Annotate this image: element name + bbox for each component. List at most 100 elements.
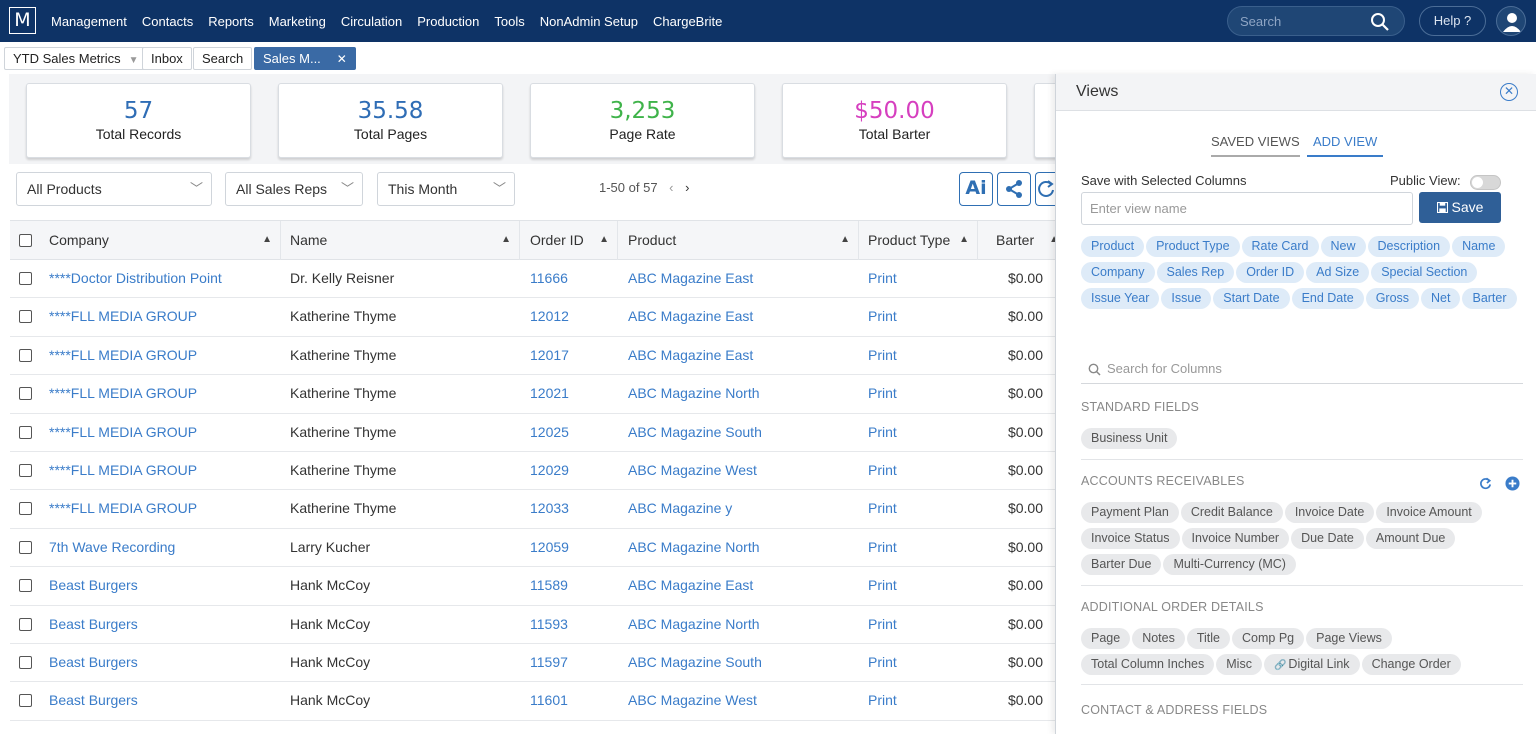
column-chip[interactable]: Order ID bbox=[1236, 262, 1305, 283]
company-cell[interactable]: ****FLL MEDIA GROUP bbox=[49, 490, 197, 527]
column-chip[interactable]: Product Type bbox=[1146, 236, 1240, 257]
column-chip[interactable]: Amount Due bbox=[1365, 528, 1456, 549]
column-chip[interactable]: Page bbox=[1081, 628, 1131, 649]
column-chip[interactable]: Net bbox=[1421, 288, 1461, 309]
row-checkbox[interactable] bbox=[19, 464, 32, 477]
table-row[interactable]: 7th Wave Recording Larry Kucher 12059 ABC M… bbox=[10, 528, 1060, 568]
product-type-cell[interactable]: Print bbox=[868, 298, 897, 335]
order-id-cell[interactable]: 11601 bbox=[530, 682, 568, 719]
column-chip[interactable]: Business Unit bbox=[1081, 428, 1178, 449]
order-id-cell[interactable]: 11593 bbox=[530, 606, 568, 643]
column-chip[interactable]: Page Views bbox=[1306, 628, 1392, 649]
product-cell[interactable]: ABC Magazine North bbox=[628, 529, 760, 566]
column-header-order-id[interactable]: Order ID ▲ bbox=[520, 221, 618, 261]
company-cell[interactable]: ****FLL MEDIA GROUP bbox=[49, 452, 197, 489]
product-type-cell[interactable]: Print bbox=[868, 452, 897, 489]
refresh-button[interactable] bbox=[1035, 172, 1057, 206]
column-chip[interactable]: Company bbox=[1081, 262, 1155, 283]
menu-item-management[interactable]: Management bbox=[51, 14, 127, 29]
tab-add-view[interactable]: ADD VIEW bbox=[1307, 134, 1384, 157]
row-checkbox[interactable] bbox=[19, 425, 32, 439]
product-type-cell[interactable]: Print bbox=[868, 260, 897, 297]
column-chip[interactable]: Ad Size bbox=[1306, 262, 1370, 283]
menu-item-tools[interactable]: Tools bbox=[494, 14, 524, 29]
next-page-icon[interactable]: › bbox=[685, 180, 689, 195]
product-type-cell[interactable]: Print bbox=[868, 606, 897, 643]
company-cell[interactable]: Beast Burgers bbox=[49, 567, 138, 604]
sort-icon[interactable]: ▲ bbox=[840, 221, 850, 259]
order-id-cell[interactable]: 12025 bbox=[530, 414, 569, 451]
column-chip[interactable]: 🔗 Digital Link bbox=[1263, 654, 1360, 675]
user-avatar-icon[interactable] bbox=[1496, 6, 1526, 36]
tab-saved-views[interactable]: SAVED VIEWS bbox=[1211, 134, 1300, 157]
row-checkbox[interactable] bbox=[19, 694, 32, 708]
column-chip[interactable]: Due Date bbox=[1291, 528, 1364, 549]
product-cell[interactable]: ABC Magazine West bbox=[628, 682, 757, 719]
company-cell[interactable]: ****FLL MEDIA GROUP bbox=[49, 298, 197, 335]
product-cell[interactable]: ABC Magazine y bbox=[628, 490, 732, 527]
order-id-cell[interactable]: 12021 bbox=[530, 375, 569, 412]
menu-item-reports[interactable]: Reports bbox=[208, 14, 254, 29]
close-tab-icon[interactable]: ✕ bbox=[337, 52, 347, 66]
column-header-company[interactable]: Company ▲ bbox=[39, 221, 281, 261]
menu-item-chargebrite[interactable]: ChargeBrite bbox=[653, 14, 722, 29]
row-checkbox[interactable] bbox=[19, 502, 32, 516]
order-id-cell[interactable]: 12012 bbox=[530, 298, 569, 335]
company-cell[interactable]: ****Doctor Distribution Point bbox=[49, 260, 222, 297]
column-chip[interactable]: Comp Pg bbox=[1232, 628, 1305, 649]
menu-item-contacts[interactable]: Contacts bbox=[142, 14, 193, 29]
column-chip[interactable]: Invoice Amount bbox=[1376, 502, 1482, 523]
menu-item-circulation[interactable]: Circulation bbox=[341, 14, 402, 29]
global-search-input[interactable]: Search bbox=[1227, 6, 1405, 36]
menu-item-marketing[interactable]: Marketing bbox=[269, 14, 326, 29]
order-id-cell[interactable]: 12017 bbox=[530, 337, 569, 374]
row-checkbox[interactable] bbox=[19, 387, 32, 401]
column-chip[interactable]: Invoice Date bbox=[1284, 502, 1375, 523]
table-row[interactable]: ****FLL MEDIA GROUP Katherine Thyme 12029 A… bbox=[10, 452, 1060, 491]
sort-icon[interactable]: ▲ bbox=[599, 221, 609, 259]
order-id-cell[interactable]: 11666 bbox=[530, 260, 568, 297]
public-view-toggle[interactable] bbox=[1470, 175, 1501, 190]
column-header-name[interactable]: Name ▲ bbox=[280, 221, 520, 261]
table-row[interactable]: ****Doctor Distribution Point Dr. Kelly R… bbox=[10, 260, 1060, 299]
product-type-cell[interactable]: Print bbox=[868, 375, 897, 412]
table-row[interactable]: ****FLL MEDIA GROUP Katherine Thyme 12012 A… bbox=[10, 298, 1060, 337]
product-type-cell[interactable]: Print bbox=[868, 682, 897, 719]
column-chip[interactable]: Barter bbox=[1462, 288, 1517, 309]
close-icon[interactable]: ✕ bbox=[1500, 83, 1518, 101]
ai-button[interactable]: Ai bbox=[959, 172, 993, 206]
company-cell[interactable]: ****FLL MEDIA GROUP bbox=[49, 375, 197, 412]
product-cell[interactable]: ABC Magazine East bbox=[628, 260, 753, 297]
table-row[interactable]: Beast Burgers Hank McCoy 11593 ABC Magazine… bbox=[10, 605, 1060, 644]
column-chip[interactable]: Title bbox=[1186, 628, 1231, 649]
company-cell[interactable]: 7th Wave Recording bbox=[49, 529, 175, 566]
product-type-cell[interactable]: Print bbox=[868, 337, 897, 374]
column-header-product[interactable]: Product ▲ bbox=[618, 221, 859, 261]
column-chip[interactable]: Name bbox=[1452, 236, 1506, 257]
products-filter-select[interactable]: All Products ﹀ bbox=[16, 172, 212, 206]
product-cell[interactable]: ABC Magazine South bbox=[628, 414, 762, 451]
company-cell[interactable]: Beast Burgers bbox=[49, 606, 138, 643]
company-cell[interactable]: ****FLL MEDIA GROUP bbox=[49, 337, 197, 374]
search-icon[interactable] bbox=[1370, 12, 1390, 32]
saved-report-dropdown[interactable]: YTD Sales Metrics ▼ bbox=[4, 47, 148, 70]
row-checkbox[interactable] bbox=[19, 272, 32, 285]
row-checkbox[interactable] bbox=[19, 617, 32, 631]
sort-icon[interactable]: ▲ bbox=[262, 221, 272, 259]
column-chip[interactable]: End Date bbox=[1291, 288, 1364, 309]
product-type-cell[interactable]: Print bbox=[868, 414, 897, 451]
order-id-cell[interactable]: 12059 bbox=[530, 529, 569, 566]
table-row[interactable]: ****FLL MEDIA GROUP Katherine Thyme 12033 A… bbox=[10, 490, 1060, 529]
save-view-button[interactable]: Save bbox=[1419, 192, 1501, 223]
column-chip[interactable]: Barter Due bbox=[1081, 554, 1162, 575]
previous-page-icon[interactable]: ‹ bbox=[669, 180, 673, 195]
table-row[interactable]: Beast Burgers Hank McCoy 11589 ABC Magazine… bbox=[10, 567, 1060, 606]
column-chip[interactable]: Total Column Inches bbox=[1081, 654, 1215, 675]
table-row[interactable]: Beast Burgers Hank McCoy 11597 ABC Magazine… bbox=[10, 644, 1060, 683]
product-cell[interactable]: ABC Magazine North bbox=[628, 375, 760, 412]
order-id-cell[interactable]: 11589 bbox=[530, 567, 568, 604]
product-cell[interactable]: ABC Magazine East bbox=[628, 567, 753, 604]
row-checkbox[interactable] bbox=[19, 656, 32, 669]
column-chip[interactable]: Special Section bbox=[1371, 262, 1478, 283]
help-button[interactable]: Help ? bbox=[1419, 6, 1486, 36]
